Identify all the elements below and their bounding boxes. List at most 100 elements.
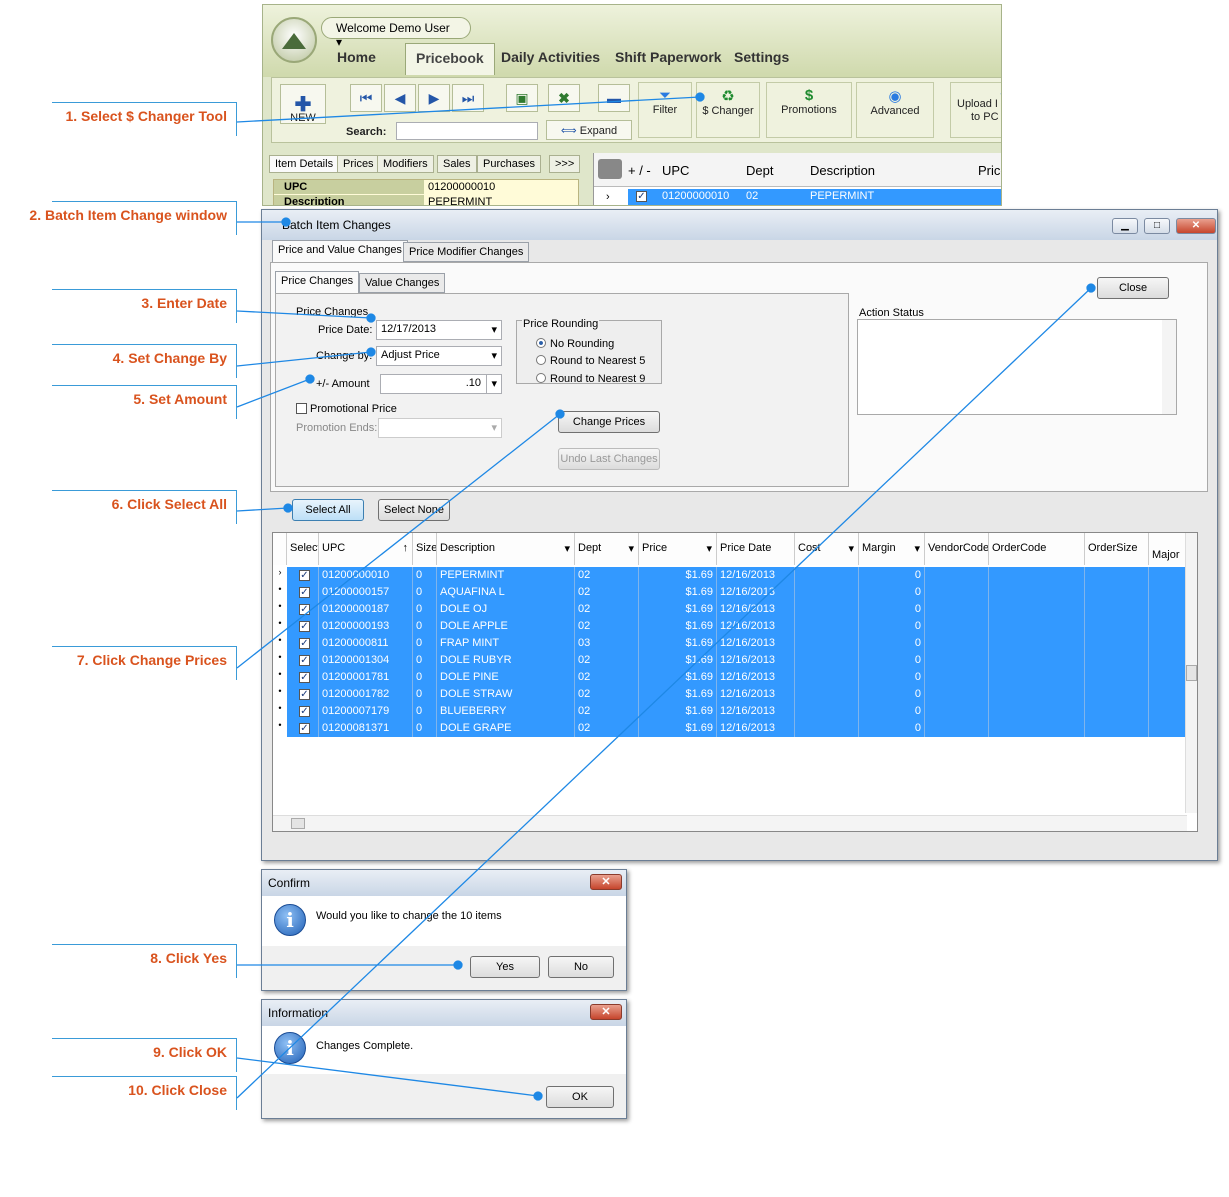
cell-date[interactable]: 12/16/2013 [717, 686, 795, 703]
cell-desc[interactable]: PEPERMINT [437, 567, 575, 584]
radio-round-9[interactable]: Round to Nearest 9 [536, 373, 645, 385]
cancel-icon[interactable]: ✖ [548, 84, 580, 112]
col-major[interactable]: Major [1149, 533, 1189, 565]
cell-dept[interactable]: 02 [575, 669, 639, 686]
cell-price[interactable]: $1.69 [639, 601, 717, 618]
select-all-button[interactable]: Select All [292, 499, 364, 521]
cell-ordersize[interactable] [1085, 669, 1149, 686]
cell-upc[interactable]: 01200000187 [319, 601, 413, 618]
cell-upc[interactable]: 01200081371 [319, 720, 413, 737]
cell-dept[interactable]: 02 [575, 720, 639, 737]
cell-ordercode[interactable] [989, 584, 1085, 601]
cell-dept[interactable]: 02 [575, 601, 639, 618]
tab-settings[interactable]: Settings [734, 49, 789, 65]
tab-more[interactable]: >>> [549, 155, 581, 173]
amount-input[interactable]: .10 [380, 374, 488, 394]
cell-upc[interactable]: 01200000010 [319, 567, 413, 584]
cell-vendor[interactable] [925, 669, 989, 686]
cell-upc[interactable]: 01200000157 [319, 584, 413, 601]
cell-ordersize[interactable] [1085, 567, 1149, 584]
close-button[interactable]: Close [1097, 277, 1169, 299]
promotional-price-checkbox[interactable]: Promotional Price [296, 403, 397, 415]
cell-cost[interactable] [795, 703, 859, 720]
changer-button[interactable]: ♻ $ Changer [696, 82, 760, 138]
cell-cost[interactable] [795, 652, 859, 669]
col-description[interactable]: Description ▾ [437, 533, 575, 565]
prev-record-icon[interactable]: ◀ [384, 84, 416, 112]
table-row[interactable]: ✓ 01200001304 0 DOLE RUBYR 02 $1.69 12/16/2013… [287, 652, 1189, 669]
cell-vendor[interactable] [925, 686, 989, 703]
tab-home[interactable]: Home [337, 49, 376, 65]
welcome-user-menu[interactable]: Welcome Demo User ▾ [321, 17, 471, 49]
cell-desc[interactable]: DOLE OJ [437, 601, 575, 618]
cell-price[interactable]: $1.69 [639, 703, 717, 720]
cell-cost[interactable] [795, 686, 859, 703]
cell-desc[interactable]: DOLE PINE [437, 669, 575, 686]
row-select-checkbox[interactable]: ✓ [287, 567, 319, 584]
checkbox-checked-icon[interactable]: ✓ [299, 604, 310, 615]
cell-vendor[interactable] [925, 618, 989, 635]
cell-major[interactable] [1149, 601, 1189, 618]
row-checkbox[interactable]: ✓ [636, 191, 647, 202]
cell-ordercode[interactable] [989, 720, 1085, 737]
cell-major[interactable] [1149, 567, 1189, 584]
cell-date[interactable]: 12/16/2013 [717, 720, 795, 737]
table-row[interactable]: ✓ 01200000010 0 PEPERMINT 02 $1.69 12/16/2013 0 [287, 567, 1189, 584]
cell-cost[interactable] [795, 635, 859, 652]
cell-margin[interactable]: 0 [859, 618, 925, 635]
cell-size[interactable]: 0 [413, 567, 437, 584]
cell-size[interactable]: 0 [413, 720, 437, 737]
cell-date[interactable]: 12/16/2013 [717, 635, 795, 652]
tab-purchases[interactable]: Purchases [477, 155, 541, 173]
checkbox-checked-icon[interactable]: ✓ [299, 638, 310, 649]
confirm-close-button[interactable]: ✕ [590, 874, 622, 890]
cell-ordersize[interactable] [1085, 652, 1149, 669]
tab-price-value-changes[interactable]: Price and Value Changes [272, 240, 408, 262]
subtab-price-changes[interactable]: Price Changes [275, 271, 360, 293]
cell-ordersize[interactable] [1085, 618, 1149, 635]
minus-icon[interactable]: ▬ [598, 84, 630, 112]
cell-ordersize[interactable] [1085, 686, 1149, 703]
cell-desc[interactable]: AQUAFINA L [437, 584, 575, 601]
yes-button[interactable]: Yes [470, 956, 540, 978]
cell-major[interactable] [1149, 720, 1189, 737]
cell-major[interactable] [1149, 686, 1189, 703]
horizontal-scrollbar[interactable] [273, 815, 1187, 831]
next-record-icon[interactable]: ▶ [418, 84, 450, 112]
promotion-ends-field[interactable] [378, 418, 502, 438]
status-scrollbar[interactable] [1162, 320, 1176, 414]
first-record-icon[interactable]: ⏮ [350, 84, 382, 112]
col-price-date[interactable]: Price Date [717, 533, 795, 565]
cell-major[interactable] [1149, 703, 1189, 720]
checkbox-checked-icon[interactable]: ✓ [299, 587, 310, 598]
expand-button[interactable]: ⟺ Expand [546, 120, 632, 140]
cell-price[interactable]: $1.69 [639, 669, 717, 686]
table-row[interactable]: ✓ 01200001781 0 DOLE PINE 02 $1.69 12/16/2013 0 [287, 669, 1189, 686]
promotions-button[interactable]: $ Promotions [766, 82, 852, 138]
cell-date[interactable]: 12/16/2013 [717, 669, 795, 686]
row-select-checkbox[interactable]: ✓ [287, 584, 319, 601]
save-icon[interactable]: ▣ [506, 84, 538, 112]
cell-ordersize[interactable] [1085, 635, 1149, 652]
cell-price[interactable]: $1.69 [639, 567, 717, 584]
cell-price[interactable]: $1.69 [639, 618, 717, 635]
radio-round-5[interactable]: Round to Nearest 5 [536, 355, 645, 367]
cell-date[interactable]: 12/16/2013 [717, 601, 795, 618]
col-size[interactable]: Size [413, 533, 437, 565]
cell-date[interactable]: 12/16/2013 [717, 703, 795, 720]
cell-desc[interactable]: BLUEBERRY [437, 703, 575, 720]
filter-button[interactable]: ⏷ Filter [638, 82, 692, 138]
cell-ordersize[interactable] [1085, 703, 1149, 720]
cell-price[interactable]: $1.69 [639, 686, 717, 703]
ok-button[interactable]: OK [546, 1086, 614, 1108]
cell-upc[interactable]: 01200007179 [319, 703, 413, 720]
settings-icon[interactable] [598, 159, 622, 179]
cell-dept[interactable]: 02 [575, 584, 639, 601]
cell-ordersize[interactable] [1085, 584, 1149, 601]
checkbox-checked-icon[interactable]: ✓ [299, 723, 310, 734]
cell-major[interactable] [1149, 635, 1189, 652]
checkbox-checked-icon[interactable]: ✓ [299, 672, 310, 683]
cell-dept[interactable]: 02 [575, 618, 639, 635]
cell-size[interactable]: 0 [413, 584, 437, 601]
table-row[interactable]: ✓ 01200000187 0 DOLE OJ 02 $1.69 12/16/2013 0 [287, 601, 1189, 618]
